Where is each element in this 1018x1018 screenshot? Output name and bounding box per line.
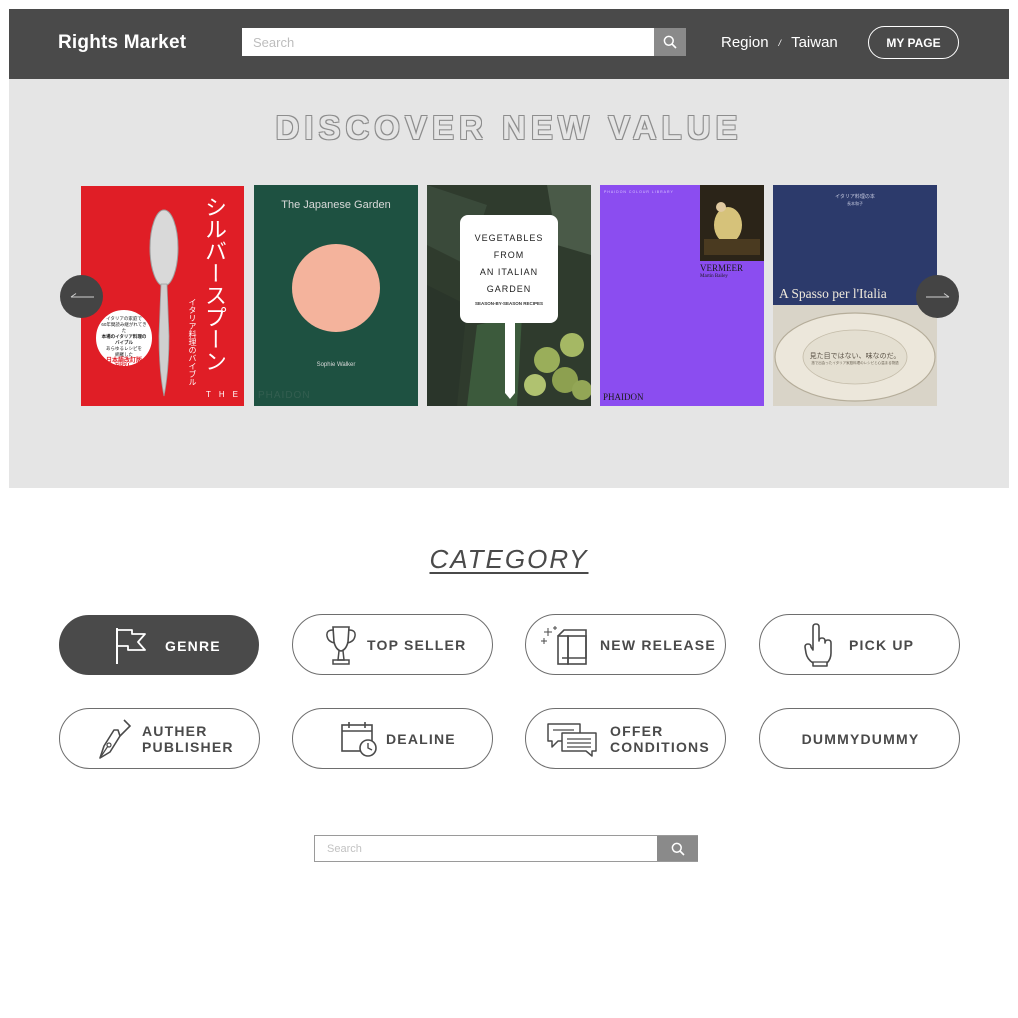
hero-banner: DISCOVER NEW VALUE シルバースプーン イタリア料理のバイブル … bbox=[9, 79, 1009, 488]
book-caption: 見た目ではない、味なのだ。 bbox=[809, 353, 901, 360]
region-label: Region bbox=[721, 34, 769, 51]
header-search bbox=[242, 28, 686, 56]
new-book-icon bbox=[540, 624, 590, 666]
book-caption-sub: 旅で出会ったイタリア家庭料理のレシピと心温まる物語 bbox=[811, 361, 899, 365]
pointing-hand-icon bbox=[798, 623, 838, 667]
category-title: CATEGORY bbox=[429, 544, 589, 574]
trophy-icon bbox=[321, 624, 361, 666]
search-icon bbox=[671, 842, 685, 856]
book-author: Martin Bailey bbox=[700, 274, 728, 279]
category-offer-conditions-button[interactable]: OFFER CONDITIONS bbox=[525, 708, 726, 769]
bottom-search-input[interactable] bbox=[315, 836, 657, 861]
carousel-next-button[interactable] bbox=[916, 275, 959, 318]
category-new-release-button[interactable]: NEW RELEASE bbox=[525, 614, 726, 675]
arrow-right-icon bbox=[925, 292, 949, 297]
category-author-publisher-button[interactable]: AUTHER PUBLISHER bbox=[59, 708, 260, 769]
book-cover-japanese-garden[interactable]: The Japanese Garden Sophie Walker PHAIDO… bbox=[254, 185, 418, 406]
book-cover-a-spasso[interactable]: イタリア料理の本 長本和子 A Spasso per l'Italia 見た目で… bbox=[773, 185, 937, 406]
arrow-left-icon bbox=[70, 292, 94, 297]
book-author: Sophie Walker bbox=[316, 362, 356, 368]
top-header: Rights Market Region / Taiwan MY PAGE bbox=[9, 9, 1009, 79]
calendar-clock-icon bbox=[339, 718, 379, 760]
category-deadline-button[interactable]: DEALINE bbox=[292, 708, 493, 769]
category-label: DEALINE bbox=[386, 731, 456, 747]
book-cover-vegetables[interactable]: VEGETABLES FROM AN ITALIAN GARDEN SEASON… bbox=[427, 185, 591, 406]
book-header: イタリア料理の本 bbox=[835, 194, 875, 200]
book-spine-text: THE bbox=[206, 390, 244, 399]
category-label: DUMMYDUMMY bbox=[801, 731, 920, 747]
site-logo[interactable]: Rights Market bbox=[58, 32, 186, 54]
book-cover-vermeer[interactable]: PHAIDON COLOUR LIBRARY VERMEER Martin Ba… bbox=[600, 185, 764, 406]
book-title-jp: シルバースプーン bbox=[202, 196, 227, 372]
speech-bubbles-icon bbox=[546, 718, 598, 760]
search-icon bbox=[663, 35, 677, 49]
book-publisher: PHAIDON bbox=[603, 392, 644, 402]
region-selector[interactable]: Region / Taiwan bbox=[721, 34, 838, 51]
fountain-pen-icon bbox=[94, 718, 134, 760]
book-cover-silver-spoon[interactable]: シルバースプーン イタリア料理のバイブル イタリアの家庭で 60年間読み継がれて… bbox=[81, 186, 244, 406]
book-series: PHAIDON COLOUR LIBRARY bbox=[604, 190, 674, 194]
my-page-button[interactable]: MY PAGE bbox=[868, 26, 959, 59]
book-cover-art bbox=[254, 185, 418, 406]
header-search-input[interactable] bbox=[242, 28, 654, 56]
header-search-button[interactable] bbox=[654, 28, 686, 56]
book-title: VERMEER bbox=[700, 263, 744, 273]
category-label: TOP SELLER bbox=[367, 637, 467, 653]
category-label: OFFER CONDITIONS bbox=[610, 723, 710, 755]
book-cover-art bbox=[600, 185, 764, 406]
carousel-prev-button[interactable] bbox=[60, 275, 103, 318]
category-label: GENRE bbox=[165, 638, 221, 654]
category-label: NEW RELEASE bbox=[600, 637, 716, 653]
bottom-search-button[interactable] bbox=[657, 836, 698, 861]
book-publisher: PHAIDON bbox=[258, 390, 311, 401]
book-title: VEGETABLES FROM AN ITALIAN GARDEN bbox=[474, 233, 544, 294]
book-author: 長本和子 bbox=[847, 201, 863, 206]
category-genre-button[interactable]: GENRE bbox=[59, 615, 259, 675]
book-badge: イタリアの家庭で 60年間読み継がれてきた 本場のイタリア料理の バイブル あら… bbox=[101, 316, 147, 370]
region-separator: / bbox=[778, 37, 782, 48]
book-subtitle-jp: イタリア料理のバイブル bbox=[188, 298, 197, 386]
bottom-search bbox=[314, 835, 698, 862]
category-pick-up-button[interactable]: PICK UP bbox=[759, 614, 960, 675]
category-top-seller-button[interactable]: TOP SELLER bbox=[292, 614, 493, 675]
category-label: AUTHER PUBLISHER bbox=[142, 723, 234, 755]
category-dummy-button[interactable]: DUMMYDUMMY bbox=[759, 708, 960, 769]
book-title: The Japanese Garden bbox=[281, 199, 391, 211]
book-title: A Spasso per l'Italia bbox=[779, 286, 887, 301]
book-subtitle: SEASON-BY-SEASON RECIPES bbox=[474, 301, 543, 306]
flag-icon bbox=[110, 625, 150, 667]
hero-title: DISCOVER NEW VALUE bbox=[275, 109, 743, 146]
region-value: Taiwan bbox=[791, 34, 838, 51]
category-label: PICK UP bbox=[849, 637, 915, 653]
